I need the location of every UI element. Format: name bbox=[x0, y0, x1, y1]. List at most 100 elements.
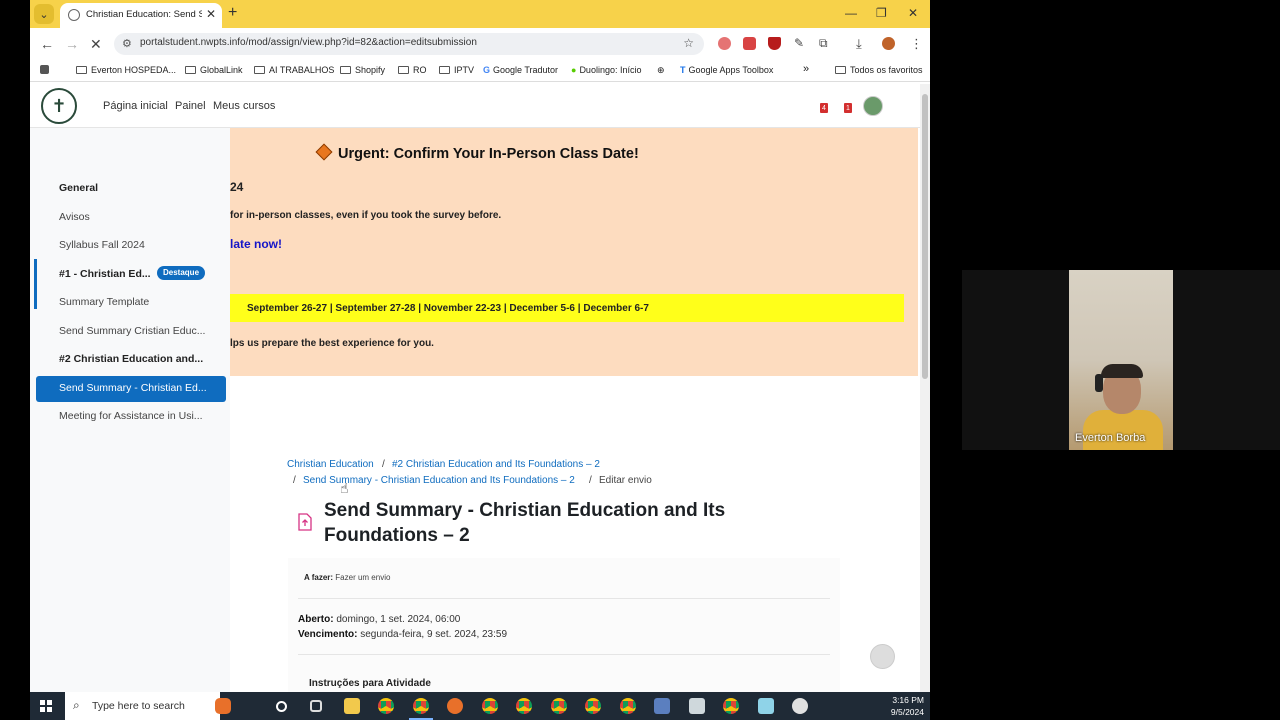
course-index-item[interactable]: #1 - Christian Ed... bbox=[59, 268, 151, 280]
notifications-badge[interactable]: 4 bbox=[820, 103, 828, 113]
globe-icon[interactable]: ⊕ bbox=[657, 65, 665, 76]
chrome-icon[interactable] bbox=[516, 698, 532, 714]
chrome-icon[interactable] bbox=[482, 698, 498, 714]
breadcrumb-separator: / bbox=[293, 475, 296, 486]
tab-close-icon[interactable]: ✕ bbox=[206, 7, 216, 21]
clock-date: 9/5/2024 bbox=[890, 707, 924, 717]
app-icon[interactable] bbox=[654, 698, 670, 714]
banner-text: lps us prepare the best experience for y… bbox=[230, 338, 434, 349]
bookmark-item[interactable]: IPTV bbox=[439, 65, 474, 75]
warning-diamond-icon bbox=[315, 143, 333, 161]
windows-start-icon[interactable] bbox=[40, 700, 52, 712]
bookmark-item[interactable]: AI TRABALHOS bbox=[254, 65, 334, 75]
participant-name: Everton Borba bbox=[1075, 432, 1146, 444]
chrome-icon[interactable] bbox=[620, 698, 636, 714]
site-info-icon[interactable]: ⚙ bbox=[122, 37, 132, 50]
back-icon[interactable]: ← bbox=[40, 36, 54, 52]
bookmarks-overflow-icon[interactable]: » bbox=[803, 63, 809, 75]
course-index-item[interactable]: Syllabus Fall 2024 bbox=[59, 239, 145, 251]
user-avatar[interactable] bbox=[863, 96, 883, 116]
extension-icon[interactable] bbox=[743, 37, 756, 50]
profile-avatar-icon[interactable] bbox=[882, 37, 895, 50]
highlight-badge: Destaque bbox=[157, 266, 206, 280]
new-tab-button[interactable]: + bbox=[228, 4, 237, 22]
course-index-drawer: General Avisos Syllabus Fall 2024 #1 - C… bbox=[30, 128, 230, 692]
opened-date: Aberto: domingo, 1 set. 2024, 06:00 bbox=[298, 614, 461, 625]
toolbox-icon: T bbox=[680, 65, 686, 75]
todo-line: A fazer: Fazer um envio bbox=[304, 573, 391, 582]
minimize-icon[interactable]: — bbox=[845, 6, 857, 20]
browser-window: ⌄ Christian Education: Send Sum ✕ + — ❐ … bbox=[30, 0, 930, 692]
tab-search-button[interactable]: ⌄ bbox=[34, 4, 54, 24]
page-scrollbar[interactable] bbox=[920, 84, 930, 692]
screen: ⌄ Christian Education: Send Sum ✕ + — ❐ … bbox=[0, 0, 1280, 720]
nav-home[interactable]: Página inicial bbox=[103, 100, 168, 112]
all-bookmarks-folder[interactable]: Todos os favoritos bbox=[835, 65, 923, 75]
extensions-puzzle-icon[interactable]: ⧉ bbox=[819, 36, 828, 51]
search-icon: ⌕ bbox=[73, 698, 80, 712]
tab-strip: ⌄ Christian Education: Send Sum ✕ + — ❐ … bbox=[30, 0, 930, 28]
headset-icon bbox=[1095, 374, 1103, 392]
bookmark-item[interactable]: ● Duolingo: Início bbox=[571, 65, 641, 75]
bookmark-item[interactable]: G Google Tradutor bbox=[483, 65, 558, 75]
folder-icon bbox=[185, 66, 196, 74]
page-viewport: ✝ Página inicial Painel Meus cursos 4 1 … bbox=[30, 84, 920, 692]
bookmarks-bar: Everton HOSPEDA... GlobalLink AI TRABALH… bbox=[30, 60, 930, 82]
chrome-icon[interactable] bbox=[413, 698, 429, 714]
bookmark-item[interactable]: T Google Apps Toolbox bbox=[680, 65, 773, 75]
app-icon[interactable] bbox=[792, 698, 808, 714]
address-bar[interactable]: ⚙ portalstudent.nwpts.info/mod/assign/vi… bbox=[114, 33, 704, 55]
scrollbar-thumb[interactable] bbox=[922, 94, 928, 379]
bookmark-item[interactable]: RO bbox=[398, 65, 427, 75]
download-icon[interactable]: ⤓ bbox=[856, 36, 862, 52]
nav-my-courses[interactable]: Meus cursos bbox=[213, 100, 275, 112]
course-index-item[interactable]: Avisos bbox=[59, 211, 90, 223]
stop-loading-icon[interactable]: ✕ bbox=[90, 36, 102, 53]
messages-badge[interactable]: 1 bbox=[844, 103, 852, 113]
site-favicon-icon bbox=[68, 9, 80, 21]
taskbar-search[interactable]: ⌕ Type here to search bbox=[65, 692, 220, 720]
system-clock[interactable]: 3:16 PM 9/5/2024 bbox=[891, 694, 924, 718]
shield-extension-icon[interactable] bbox=[768, 37, 781, 50]
activity-info: A fazer: Fazer um envio Aberto: domingo,… bbox=[288, 558, 840, 692]
course-index-item-active[interactable]: Send Summary - Christian Ed... bbox=[36, 376, 226, 402]
banner-text: for in-person classes, even if you took … bbox=[230, 210, 502, 221]
tab-active[interactable]: Christian Education: Send Sum ✕ bbox=[60, 3, 222, 28]
forward-icon[interactable]: → bbox=[65, 36, 79, 52]
nav-dashboard[interactable]: Painel bbox=[175, 100, 206, 112]
course-index-item[interactable]: Send Summary Cristian Educ... bbox=[59, 325, 205, 337]
bookmark-item[interactable]: GlobalLink bbox=[185, 65, 243, 75]
search-highlight-icon[interactable] bbox=[215, 698, 231, 714]
bookmark-star-icon[interactable]: ☆ bbox=[683, 36, 694, 50]
chrome-icon[interactable] bbox=[551, 698, 567, 714]
chrome-icon[interactable] bbox=[723, 698, 739, 714]
calculator-icon[interactable] bbox=[689, 698, 705, 714]
bookmark-item[interactable]: Shopify bbox=[340, 65, 385, 75]
course-index-item[interactable]: Meeting for Assistance in Usi... bbox=[59, 410, 203, 422]
banner-link[interactable]: late now! bbox=[230, 237, 282, 251]
breadcrumb-course[interactable]: Christian Education bbox=[287, 459, 374, 470]
file-explorer-icon[interactable] bbox=[344, 698, 360, 714]
course-index-item[interactable]: General bbox=[59, 182, 98, 194]
school-logo[interactable]: ✝ bbox=[41, 88, 77, 124]
help-float-button[interactable] bbox=[870, 644, 895, 669]
cortana-icon[interactable] bbox=[276, 701, 287, 712]
restore-icon[interactable]: ❐ bbox=[876, 6, 887, 20]
chrome-icon[interactable] bbox=[378, 698, 394, 714]
pen-extension-icon[interactable]: ✎ bbox=[794, 36, 804, 50]
extension-icon[interactable] bbox=[718, 37, 731, 50]
task-view-icon[interactable] bbox=[310, 700, 322, 712]
browser-menu-icon[interactable]: ⋮ bbox=[910, 36, 923, 52]
breadcrumb-section[interactable]: #2 Christian Education and Its Foundatio… bbox=[392, 459, 600, 470]
banner-title: Urgent: Confirm Your In-Person Class Dat… bbox=[315, 143, 639, 162]
instructions-heading: Instruções para Atividade bbox=[309, 678, 431, 689]
bookmark-item[interactable]: Everton HOSPEDA... bbox=[76, 65, 176, 75]
chrome-icon[interactable] bbox=[585, 698, 601, 714]
window-close-icon[interactable]: ✕ bbox=[908, 6, 918, 20]
app-icon[interactable] bbox=[447, 698, 463, 714]
urgent-banner: Urgent: Confirm Your In-Person Class Dat… bbox=[230, 128, 918, 376]
course-index-item[interactable]: Summary Template bbox=[59, 296, 149, 308]
app-icon[interactable] bbox=[758, 698, 774, 714]
apps-icon[interactable] bbox=[40, 65, 49, 76]
course-index-item[interactable]: #2 Christian Education and... bbox=[59, 353, 203, 365]
